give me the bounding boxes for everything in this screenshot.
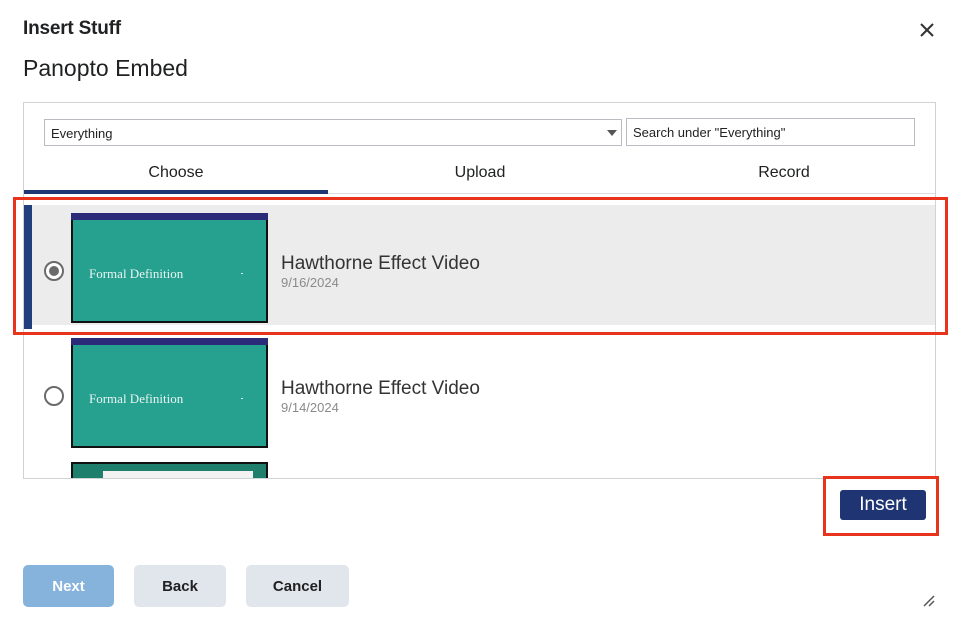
- item-title[interactable]: Hawthorne Effect Video: [281, 378, 480, 400]
- close-button[interactable]: [913, 16, 941, 44]
- media-picker-panel: Everything Choose Upload Record Formal D…: [23, 102, 936, 479]
- video-thumbnail[interactable]: Formal Definition: [71, 213, 268, 323]
- folder-select[interactable]: Everything: [44, 119, 622, 146]
- item-date: 9/16/2024: [281, 275, 339, 290]
- back-button[interactable]: Back: [134, 565, 226, 607]
- thumbnail-slide: Formal Definition: [73, 345, 266, 446]
- list-item[interactable]: Formal Definition Hawthorne Effect Video…: [24, 330, 935, 450]
- radio-button-selected[interactable]: [44, 261, 64, 281]
- folder-select-value: Everything: [51, 126, 113, 141]
- tab-record[interactable]: Record: [632, 155, 935, 194]
- thumbnail-mark: [241, 398, 243, 399]
- tab-bar: Choose Upload Record: [24, 155, 935, 194]
- search-input[interactable]: [626, 118, 915, 146]
- thumbnail-slide: Formal Definition: [73, 220, 266, 321]
- resize-handle-icon[interactable]: [920, 592, 938, 610]
- tab-upload[interactable]: Upload: [328, 155, 632, 194]
- close-icon[interactable]: [913, 16, 941, 44]
- item-title[interactable]: Hawthorne Effect Video: [281, 253, 480, 275]
- thumbnail-text: Formal Definition: [89, 391, 184, 406]
- thumbnail-window: [103, 471, 253, 478]
- item-date: 9/14/2024: [281, 400, 339, 415]
- chevron-down-icon[interactable]: [607, 130, 617, 136]
- selection-indicator: [24, 205, 32, 329]
- thumbnail-mark: [241, 273, 243, 274]
- video-thumbnail-partial[interactable]: [71, 462, 268, 478]
- dialog-title: Insert Stuff: [23, 18, 121, 39]
- thumbnail-header-bar: [71, 213, 268, 220]
- subtitle: Panopto Embed: [23, 55, 188, 81]
- video-thumbnail[interactable]: Formal Definition: [71, 338, 268, 448]
- cancel-button[interactable]: Cancel: [246, 565, 349, 607]
- thumbnail-text: Formal Definition: [89, 266, 184, 281]
- insert-button[interactable]: Insert: [840, 490, 926, 520]
- next-button[interactable]: Next: [23, 565, 114, 607]
- list-item[interactable]: Formal Definition Hawthorne Effect Video…: [24, 205, 935, 329]
- radio-button[interactable]: [44, 386, 64, 406]
- resize-handle[interactable]: [920, 592, 938, 610]
- thumbnail-header-bar: [71, 338, 268, 345]
- tab-choose[interactable]: Choose: [24, 155, 328, 194]
- thumbnail-screen: [73, 464, 266, 478]
